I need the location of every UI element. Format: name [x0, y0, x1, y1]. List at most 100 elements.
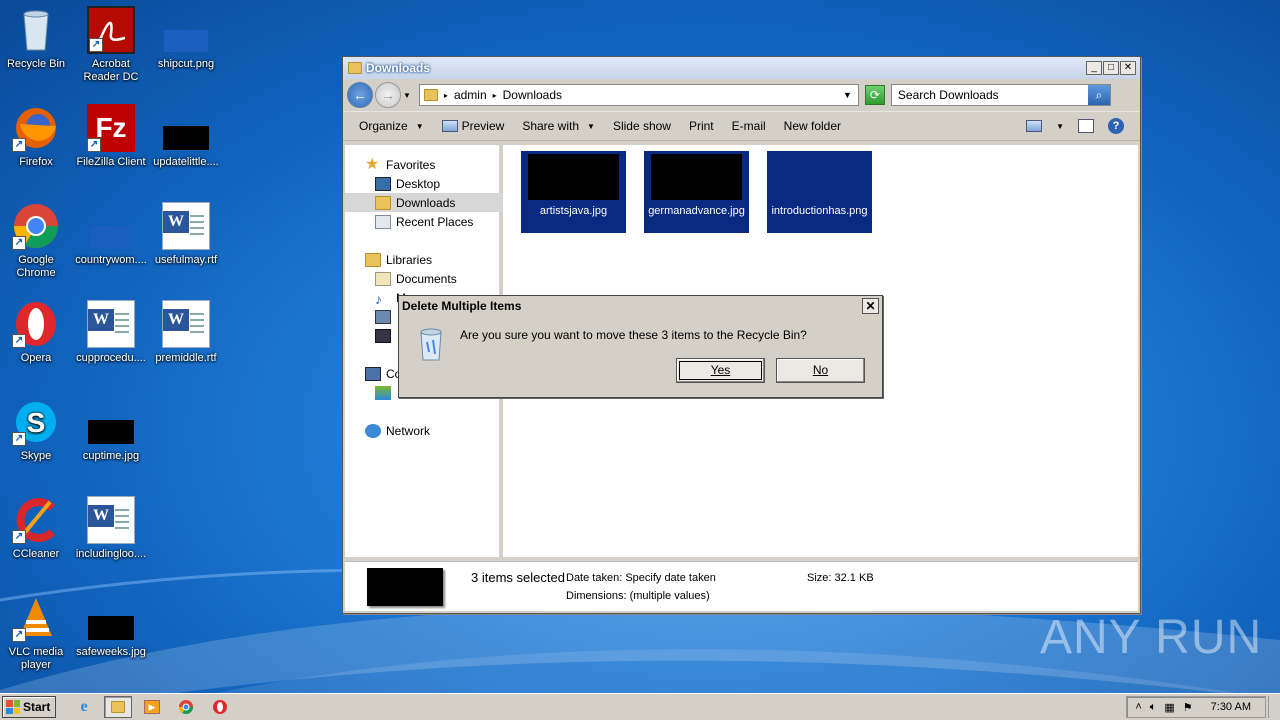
nav-recent-places[interactable]: Recent Places	[345, 212, 503, 231]
address-bar[interactable]: ▸ admin ▸ Downloads ▼	[418, 84, 859, 106]
internet-explorer-icon: e	[80, 698, 88, 715]
firefox-icon: ↗	[12, 104, 60, 152]
nav-desktop[interactable]: Desktop	[345, 174, 503, 193]
search-input[interactable]: Search Downloads ⌕	[890, 84, 1111, 106]
action-center-flag-icon[interactable]: ⚑	[1183, 701, 1193, 714]
desktop-icon	[375, 176, 391, 191]
desktop-icon-updatelittle[interactable]: updatelittle....	[148, 104, 224, 169]
desktop-icon-filezilla[interactable]: Fz ↗ FileZilla Client	[73, 104, 149, 169]
skype-icon: S ↗	[12, 398, 60, 446]
desktop-icon-skype[interactable]: S ↗ Skype	[0, 398, 74, 463]
desktop-icon-usefulmay[interactable]: W usefulmay.rtf	[148, 202, 224, 267]
opera-icon	[213, 700, 227, 714]
date-taken[interactable]: Date taken: Specify date taken	[566, 572, 716, 584]
start-button[interactable]: Start	[2, 696, 56, 718]
word-doc-icon: W	[87, 496, 135, 544]
selection-thumbnail	[367, 568, 443, 606]
breadcrumb-admin[interactable]: admin	[454, 88, 487, 102]
refresh-button[interactable]: ⟳	[864, 85, 885, 105]
organize-button[interactable]: Organize ▼	[359, 119, 424, 133]
forward-button[interactable]: →	[375, 82, 401, 108]
desktop-icon-chrome[interactable]: ↗ Google Chrome	[0, 202, 74, 280]
dialog-close-button[interactable]: ✕	[862, 298, 879, 314]
print-button[interactable]: Print	[689, 119, 714, 133]
breadcrumb-chevron-icon[interactable]: ▸	[444, 91, 448, 100]
breadcrumb-chevron-icon[interactable]: ▸	[493, 91, 497, 100]
image-file-icon	[87, 594, 135, 642]
windows-logo-icon	[6, 700, 20, 714]
svg-text:S: S	[27, 407, 46, 438]
desktop-icon-acrobat[interactable]: ↗ Acrobat Reader DC	[73, 6, 149, 84]
nav-documents[interactable]: Documents	[345, 269, 503, 288]
chevron-down-icon: ▼	[415, 121, 424, 131]
yes-button[interactable]: Yes	[676, 358, 765, 383]
file-item[interactable]: introductionhas.png	[767, 151, 872, 233]
preview-button[interactable]: Preview	[441, 119, 504, 133]
pictures-icon	[375, 309, 391, 324]
minimize-button[interactable]: _	[1086, 61, 1102, 75]
nav-network[interactable]: Network	[345, 421, 503, 440]
view-options-dropdown-icon[interactable]: ▼	[1056, 122, 1064, 131]
desktop-icon-opera[interactable]: ↗ Opera	[0, 300, 74, 365]
file-size: Size: 32.1 KB	[807, 572, 874, 584]
vlc-icon: ↗	[12, 594, 60, 642]
no-button[interactable]: No	[776, 358, 865, 383]
nav-downloads[interactable]: Downloads	[345, 193, 503, 212]
desktop-icon-includingloo[interactable]: W includingloo....	[73, 496, 149, 561]
desktop-icon-shipcut[interactable]: shipcut.png	[148, 6, 224, 71]
taskbar-explorer[interactable]	[104, 696, 132, 718]
window-titlebar[interactable]: Downloads _ □ ✕	[343, 57, 1140, 79]
taskbar-opera[interactable]	[206, 696, 234, 718]
nav-favorites[interactable]: ★ Favorites	[345, 155, 503, 174]
address-dropdown-icon[interactable]: ▼	[843, 90, 852, 100]
desktop-icon-cupprocedu[interactable]: W cupprocedu....	[73, 300, 149, 365]
dialog-titlebar[interactable]: Delete Multiple Items ✕	[399, 296, 882, 316]
new-folder-button[interactable]: New folder	[784, 119, 841, 133]
recent-pages-dropdown-icon[interactable]: ▼	[403, 91, 411, 100]
slide-show-button[interactable]: Slide show	[613, 119, 671, 133]
desktop-icon-recycle-bin[interactable]: Recycle Bin	[0, 6, 74, 71]
image-file-icon	[87, 398, 135, 446]
desktop-icon-vlc[interactable]: ↗ VLC media player	[0, 594, 74, 672]
image-file-icon	[162, 104, 210, 152]
star-icon: ★	[365, 155, 380, 173]
show-desktop-button[interactable]	[1268, 696, 1278, 718]
taskbar-internet-explorer[interactable]: e	[70, 696, 98, 718]
file-name: introductionhas.png	[771, 205, 868, 217]
nav-libraries[interactable]: Libraries	[345, 250, 503, 269]
close-button[interactable]: ✕	[1120, 61, 1136, 75]
back-button[interactable]: ←	[347, 82, 373, 108]
change-view-icon[interactable]	[1026, 120, 1043, 132]
show-hidden-icons-icon[interactable]: ˄	[1135, 701, 1141, 713]
filezilla-icon: Fz ↗	[87, 104, 135, 152]
documents-icon	[375, 271, 391, 286]
desktop-icon-cuptime[interactable]: cuptime.jpg	[73, 398, 149, 463]
speaker-icon[interactable]: 🔈︎	[1150, 701, 1157, 714]
file-item[interactable]: germanadvance.jpg	[644, 151, 749, 233]
network-status-icon[interactable]: ▦	[1164, 701, 1174, 714]
folder-icon	[348, 62, 362, 74]
desktop-icon-safeweeks[interactable]: safeweeks.jpg	[73, 594, 149, 659]
delete-dialog: Delete Multiple Items ✕ Are you sure you…	[398, 295, 883, 398]
desktop-icon-ccleaner[interactable]: ↗ CCleaner	[0, 496, 74, 561]
word-doc-icon: W	[87, 300, 135, 348]
clock[interactable]: 7:30 AM	[1211, 701, 1251, 713]
recycle-bin-icon	[12, 6, 60, 54]
taskbar-chrome[interactable]	[172, 696, 200, 718]
taskbar-media-player[interactable]: ▶	[138, 696, 166, 718]
desktop-icon-countrywom[interactable]: countrywom....	[73, 202, 149, 267]
details-pane: 3 items selected Date taken: Specify dat…	[345, 561, 1138, 611]
image-file-icon	[87, 202, 135, 250]
email-button[interactable]: E-mail	[732, 119, 766, 133]
desktop-icon-firefox[interactable]: ↗ Firefox	[0, 104, 74, 169]
dimensions: Dimensions: (multiple values)	[566, 590, 710, 602]
help-icon[interactable]: ?	[1108, 118, 1124, 134]
desktop-icon-premiddle[interactable]: W premiddle.rtf	[148, 300, 224, 365]
share-with-button[interactable]: Share with ▼	[522, 119, 595, 133]
search-icon[interactable]: ⌕	[1087, 85, 1110, 105]
breadcrumb-downloads[interactable]: Downloads	[503, 88, 562, 102]
preview-pane-icon[interactable]	[1078, 119, 1094, 133]
maximize-button[interactable]: □	[1103, 61, 1119, 75]
file-item[interactable]: artistsjava.jpg	[521, 151, 626, 233]
word-doc-icon: W	[162, 202, 210, 250]
